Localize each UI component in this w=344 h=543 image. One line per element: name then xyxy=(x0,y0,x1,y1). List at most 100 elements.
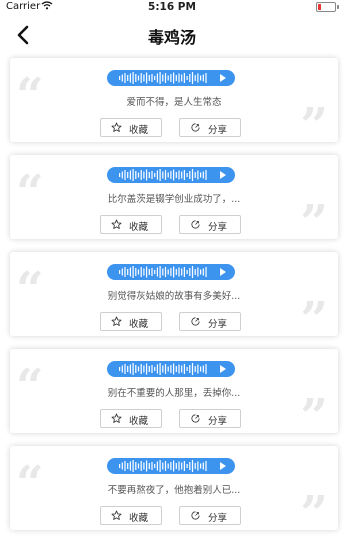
play-icon xyxy=(220,365,226,373)
waveform-bar xyxy=(137,366,140,372)
share-button[interactable]: 分享 xyxy=(179,312,241,331)
waveform-bar xyxy=(173,460,175,472)
waveform-bar xyxy=(124,73,126,83)
waveform-bar xyxy=(178,73,180,83)
battery-level xyxy=(318,4,321,10)
close-quote-icon: ” xyxy=(300,389,328,445)
waveform-bar xyxy=(154,464,156,468)
waveform-bar xyxy=(164,461,167,471)
waveform-bar xyxy=(124,267,126,277)
waveform-bar xyxy=(191,72,194,84)
waveform-bar xyxy=(170,268,172,276)
waveform-bar xyxy=(140,73,142,83)
waveform-bar xyxy=(194,75,196,81)
audio-player[interactable] xyxy=(107,167,235,183)
waveform-bar xyxy=(175,463,177,469)
waveform-bar xyxy=(183,267,185,277)
favorite-button[interactable]: 收藏 xyxy=(100,118,162,137)
waveform-bar xyxy=(137,172,140,178)
waveform-bar xyxy=(124,364,126,374)
waveform-bar xyxy=(191,460,194,472)
waveform-bar xyxy=(205,170,207,180)
waveform-bar xyxy=(124,170,126,180)
play-icon xyxy=(220,171,226,179)
waveform-bar xyxy=(170,462,172,470)
waveform-bar xyxy=(154,270,156,274)
battery-tip xyxy=(337,5,339,9)
share-icon xyxy=(191,511,200,520)
share-button[interactable]: 分享 xyxy=(179,409,241,428)
waveform-bar xyxy=(132,363,134,375)
waveform-bar xyxy=(137,463,140,469)
waveform-bar xyxy=(200,269,202,275)
favorite-button[interactable]: 收藏 xyxy=(100,409,162,428)
waveform-bar xyxy=(189,171,191,179)
waveform-bar xyxy=(137,75,140,81)
waveform-bar xyxy=(146,169,148,181)
waveform-bar xyxy=(143,462,145,470)
waveform-bar xyxy=(200,463,202,469)
waveform-bar xyxy=(175,366,177,372)
page-title: 毒鸡汤 xyxy=(147,28,196,47)
waveform-bar xyxy=(205,461,207,471)
waveform-bar xyxy=(162,365,164,373)
waveform-bar xyxy=(202,74,204,82)
waveform-bar xyxy=(181,462,183,470)
waveform-bar xyxy=(154,76,156,80)
favorite-button[interactable]: 收藏 xyxy=(100,312,162,331)
waveform-bar xyxy=(135,268,137,276)
share-label: 分享 xyxy=(208,125,228,136)
waveform-bar xyxy=(170,74,172,82)
waveform-bar xyxy=(175,75,177,81)
waveform-bar xyxy=(197,364,199,374)
waveform-icon xyxy=(119,363,207,375)
waveform-bar xyxy=(119,76,121,80)
waveform-bar xyxy=(164,364,167,374)
share-button[interactable]: 分享 xyxy=(179,506,241,525)
waveform-bar xyxy=(143,171,145,179)
favorite-label: 收藏 xyxy=(129,125,149,136)
waveform-bar xyxy=(202,171,204,179)
waveform-bar xyxy=(189,74,191,82)
star-icon xyxy=(111,316,122,326)
waveform-bar xyxy=(183,73,185,83)
share-button[interactable]: 分享 xyxy=(179,118,241,137)
waveform-bar xyxy=(140,461,142,471)
waveform-bar xyxy=(159,169,161,181)
favorite-button[interactable]: 收藏 xyxy=(100,215,162,234)
quote-card: “ ” 别在不重要的人那里，丢掉你... 收藏 分享 xyxy=(10,349,338,441)
waveform-bar xyxy=(127,463,129,469)
waveform-bar xyxy=(127,172,129,178)
waveform-bar xyxy=(175,172,177,178)
share-button[interactable]: 分享 xyxy=(179,215,241,234)
favorite-label: 收藏 xyxy=(129,319,149,330)
quote-card: “ ” 爱而不得，是人生常态 收藏 分享 xyxy=(10,58,338,150)
waveform-bar xyxy=(164,73,167,83)
audio-player[interactable] xyxy=(107,264,235,280)
waveform-bar xyxy=(156,73,158,83)
waveform-bar xyxy=(140,170,142,180)
waveform-bar xyxy=(189,462,191,470)
waveform-bar xyxy=(197,267,199,277)
share-icon xyxy=(191,317,200,326)
waveform-bar xyxy=(167,269,169,275)
waveform-bar xyxy=(156,267,158,277)
audio-player[interactable] xyxy=(107,361,235,377)
waveform-bar xyxy=(202,462,204,470)
waveform-bar xyxy=(202,365,204,373)
waveform-bar xyxy=(132,266,134,278)
favorite-button[interactable]: 收藏 xyxy=(100,506,162,525)
waveform-bar xyxy=(197,170,199,180)
waveform-bar xyxy=(183,170,185,180)
audio-player[interactable] xyxy=(107,458,235,474)
waveform-bar xyxy=(197,461,199,471)
close-quote-icon: ” xyxy=(300,486,328,542)
waveform-bar xyxy=(178,461,180,471)
waveform-bar xyxy=(129,461,131,471)
waveform-bar xyxy=(183,364,185,374)
waveform-bar xyxy=(156,170,158,180)
star-icon xyxy=(111,510,122,520)
audio-player[interactable] xyxy=(107,70,235,86)
waveform-bar xyxy=(162,74,164,82)
battery-icon xyxy=(316,2,336,12)
